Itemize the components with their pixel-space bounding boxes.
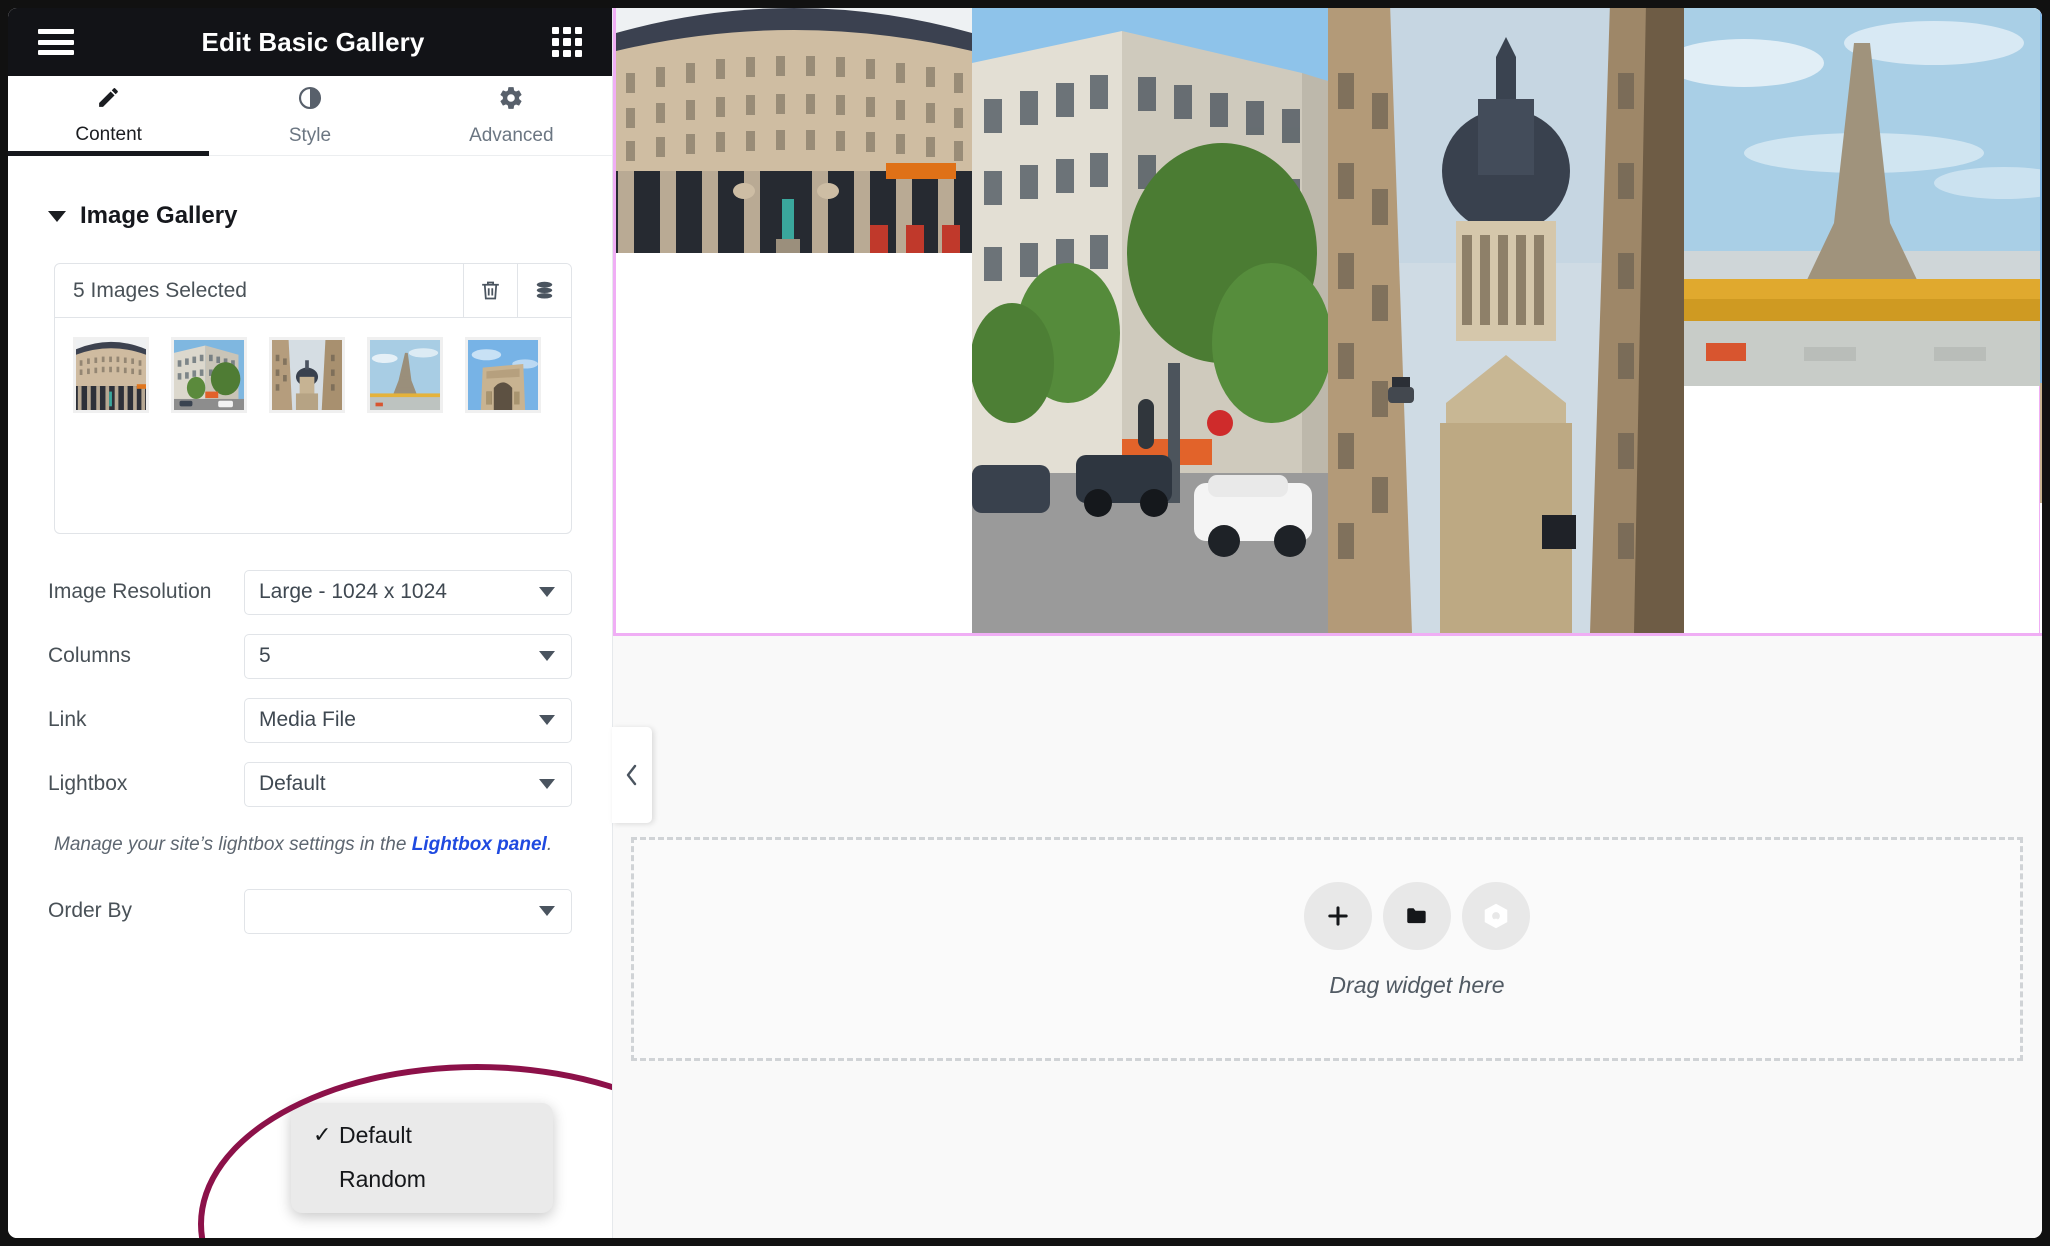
database-stack-icon[interactable] (517, 264, 571, 317)
chevron-down-icon (539, 587, 555, 597)
columns-select[interactable]: 5 (244, 633, 572, 679)
chevron-down-icon (539, 779, 555, 789)
panel-header: Edit Basic Gallery (8, 8, 612, 76)
contrast-circle-icon (297, 85, 323, 116)
section-title: Image Gallery (80, 202, 238, 229)
hamburger-icon[interactable] (38, 29, 74, 55)
link-label: Link (48, 708, 87, 731)
trash-icon[interactable] (463, 264, 517, 317)
gallery-image-4[interactable] (2040, 8, 2042, 633)
panel-tabs: Content Style Advanced (8, 76, 612, 156)
dropzone-label: Drag widget here (1329, 972, 1505, 998)
columns-label: Columns (48, 644, 131, 667)
pencil-icon (96, 85, 121, 115)
field-link: Link Media File (8, 688, 612, 752)
images-selected-label: 5 Images Selected (73, 278, 247, 302)
check-icon-placeholder: ✓ (313, 1166, 339, 1192)
order-by-select[interactable]: Default (244, 888, 572, 934)
image-gallery-section-header[interactable]: Image Gallery (8, 156, 612, 230)
lightbox-label: Lightbox (48, 772, 128, 795)
dropzone-buttons (1304, 882, 1530, 950)
editor-canvas: Drag widget here (613, 8, 2042, 1238)
basic-gallery-widget[interactable] (613, 8, 2042, 636)
gear-icon (498, 85, 524, 116)
gallery-image-0[interactable] (616, 8, 972, 253)
order-by-dropdown-menu: ✓ Default ✓ Random (291, 1103, 553, 1213)
gallery-thumbnails (55, 318, 571, 533)
gallery-control: 5 Images Selected (54, 263, 572, 534)
link-value: Media File (259, 708, 356, 731)
grid-apps-icon[interactable] (552, 27, 582, 57)
chevron-down-icon (539, 715, 555, 725)
order-by-option-default-label: Default (339, 1121, 412, 1148)
chevron-left-icon (626, 764, 637, 786)
order-by-option-random-label: Random (339, 1165, 426, 1192)
columns-value: 5 (259, 644, 271, 667)
order-by-option-default[interactable]: ✓ Default (291, 1113, 553, 1157)
image-resolution-select[interactable]: Large - 1024 x 1024 (244, 569, 572, 615)
app-window-inner: Edit Basic Gallery Content Style Advance… (8, 8, 2042, 1238)
gallery-image-2[interactable] (1328, 8, 1684, 633)
gallery-control-bar: 5 Images Selected (55, 264, 571, 318)
helper-prefix: Manage your site’s lightbox settings in … (54, 834, 412, 855)
elementor-logo-icon[interactable] (1462, 882, 1530, 950)
editor-panel: Edit Basic Gallery Content Style Advance… (8, 8, 613, 1238)
field-image-resolution: Image Resolution Large - 1024 x 1024 (8, 560, 612, 624)
app-window: Edit Basic Gallery Content Style Advance… (0, 0, 2050, 1246)
thumbnail-3[interactable] (367, 337, 443, 413)
chevron-down-icon (539, 651, 555, 661)
dropzone-content: Drag widget here (1304, 882, 1530, 999)
panel-collapse-handle[interactable] (612, 727, 652, 823)
field-columns: Columns 5 (8, 624, 612, 688)
tab-style[interactable]: Style (209, 76, 410, 155)
field-order-by: Order By Default (8, 879, 612, 943)
lightbox-helper-text: Manage your site’s lightbox settings in … (8, 816, 612, 857)
image-resolution-label: Image Resolution (48, 580, 212, 603)
tab-content-label: Content (75, 124, 142, 145)
field-lightbox: Lightbox Default (8, 752, 612, 816)
gallery-image-3[interactable] (1684, 8, 2040, 386)
page-title: Edit Basic Gallery (201, 26, 425, 57)
gallery-image-1[interactable] (972, 8, 1328, 633)
tab-style-label: Style (288, 124, 332, 146)
tab-content[interactable]: Content (8, 76, 210, 156)
thumbnail-2[interactable] (269, 337, 345, 413)
order-by-label: Order By (48, 899, 133, 923)
link-select[interactable]: Media File (244, 697, 572, 743)
widget-dropzone[interactable]: Drag widget here (631, 837, 2023, 1061)
image-resolution-value: Large - 1024 x 1024 (259, 580, 447, 603)
order-by-option-random[interactable]: ✓ Random (291, 1157, 553, 1201)
gallery-image-grid (616, 8, 2042, 633)
thumbnail-4[interactable] (465, 337, 541, 413)
thumbnail-0[interactable] (73, 337, 149, 413)
folder-icon[interactable] (1383, 882, 1451, 950)
tab-advanced[interactable]: Advanced (411, 76, 612, 155)
chevron-down-icon (539, 906, 555, 917)
lightbox-value: Default (259, 772, 326, 795)
tab-advanced-label: Advanced (469, 124, 554, 146)
caret-down-icon (48, 210, 66, 222)
gallery-settings-form: Image Resolution Large - 1024 x 1024 Col… (8, 560, 612, 943)
lightbox-select[interactable]: Default (244, 761, 572, 807)
thumbnail-1[interactable] (171, 337, 247, 413)
lightbox-panel-link[interactable]: Lightbox panel (412, 834, 547, 855)
plus-icon[interactable] (1304, 882, 1372, 950)
check-icon: ✓ (313, 1122, 332, 1147)
helper-suffix: . (546, 834, 553, 855)
